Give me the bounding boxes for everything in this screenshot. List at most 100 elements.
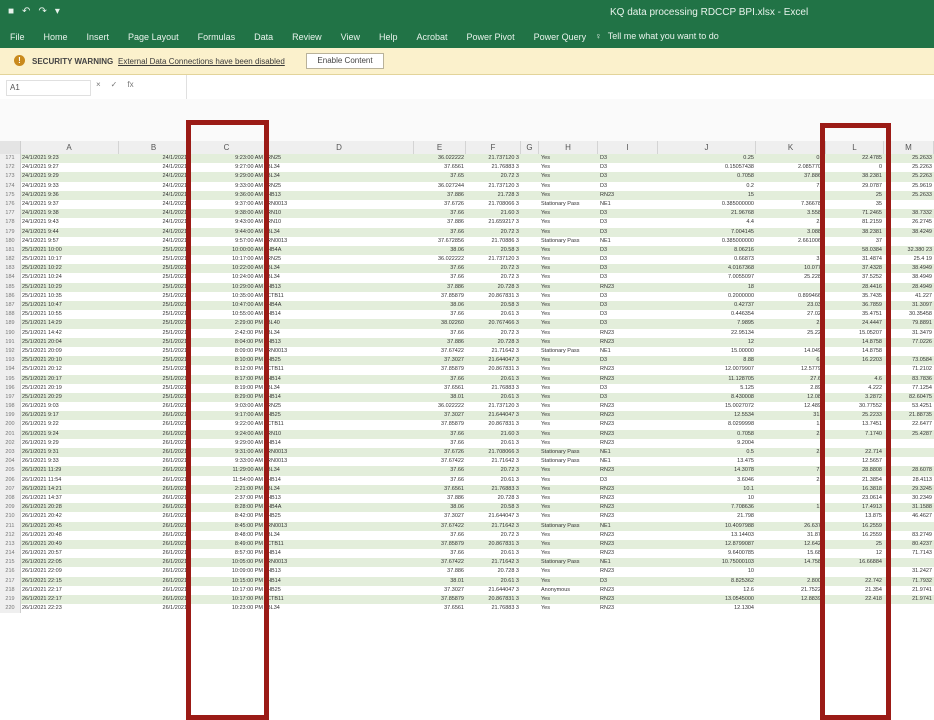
cell-j[interactable]: 12: [658, 338, 756, 347]
cell-b[interactable]: 26/1/2021: [119, 577, 189, 586]
cell-d[interactable]: HB14: [265, 577, 414, 586]
row-header[interactable]: 215: [0, 558, 21, 568]
row-header[interactable]: 210: [0, 512, 21, 522]
cell-k[interactable]: 23.034: [756, 301, 826, 310]
cell-k[interactable]: 14.0494: [756, 347, 826, 356]
cell-i[interactable]: RN23: [598, 420, 658, 429]
cell-f[interactable]: 20.867831 3: [466, 595, 521, 604]
cell-l[interactable]: 16.2559: [826, 531, 884, 540]
cell-l[interactable]: 14.8758: [826, 338, 884, 347]
cell-f[interactable]: 20.72 3: [466, 264, 521, 273]
cell-i[interactable]: D3: [598, 255, 658, 264]
cell-c[interactable]: 9:44:00 AM: [189, 228, 265, 237]
row-header[interactable]: 201: [0, 429, 21, 439]
row-header[interactable]: 197: [0, 392, 21, 403]
cell-m[interactable]: 31.2427: [884, 567, 934, 576]
cell-h[interactable]: Yes: [539, 466, 598, 475]
cell-m[interactable]: 28.4113: [884, 476, 934, 485]
cell-h[interactable]: Anonymous: [539, 586, 598, 595]
cell-g[interactable]: [521, 237, 539, 246]
cell-j[interactable]: 8.88: [658, 356, 756, 365]
cell-c[interactable]: 10:17:00 PM: [189, 586, 265, 595]
cell-b[interactable]: 26/1/2021: [119, 448, 189, 457]
cell-k[interactable]: 3.5588: [756, 209, 826, 218]
cell-k[interactable]: [756, 457, 826, 466]
cell-d[interactable]: CTB11: [265, 595, 414, 604]
tell-me-box[interactable]: ♀ Tell me what you want to do: [595, 31, 719, 41]
cell-j[interactable]: 12.6: [658, 586, 756, 595]
cell-c[interactable]: 9:22:00 AM: [189, 420, 265, 429]
row-header[interactable]: 202: [0, 438, 21, 448]
cell-k[interactable]: 1.3: [756, 420, 826, 429]
cell-k[interactable]: 26.6379: [756, 522, 826, 531]
cell-h[interactable]: Yes: [539, 402, 598, 411]
cell-h[interactable]: Yes: [539, 375, 598, 384]
cell-d[interactable]: RN25: [265, 154, 414, 163]
cell-d[interactable]: BL34: [265, 531, 414, 540]
cell-a[interactable]: 25/1/2021 10:00: [20, 246, 119, 255]
cell-c[interactable]: 9:36:00 AM: [189, 191, 265, 200]
cell-c[interactable]: 9:31:00 AM: [189, 448, 265, 457]
cell-a[interactable]: 25/1/2021 10:55: [20, 310, 119, 319]
cell-d[interactable]: RN10: [265, 209, 414, 218]
cell-b[interactable]: 25/1/2021: [119, 246, 189, 255]
cell-g[interactable]: [521, 439, 539, 448]
cell-d[interactable]: RN0013: [265, 237, 414, 246]
cell-k[interactable]: 27.024: [756, 310, 826, 319]
cell-l[interactable]: 30.77552: [826, 402, 884, 411]
cell-d[interactable]: RN25: [265, 182, 414, 191]
cell-g[interactable]: [521, 264, 539, 273]
cell-c[interactable]: 9:03:00 AM: [189, 402, 265, 411]
column-header-g[interactable]: G: [521, 141, 539, 154]
cell-k[interactable]: 14.7584: [756, 558, 826, 567]
cell-c[interactable]: 10:15:00 PM: [189, 577, 265, 586]
cell-c[interactable]: 10:35:00 AM: [189, 292, 265, 301]
cell-m[interactable]: 22.6477: [884, 420, 934, 429]
cell-g[interactable]: [521, 218, 539, 227]
cell-c[interactable]: 9:29:00 AM: [189, 439, 265, 448]
cell-c[interactable]: 9:17:00 AM: [189, 411, 265, 420]
tab-home[interactable]: Home: [44, 32, 68, 42]
cell-e[interactable]: 37.3027: [414, 356, 466, 365]
cell-k[interactable]: 2.0857708: [756, 163, 826, 172]
cell-d[interactable]: HB25: [265, 411, 414, 420]
cell-h[interactable]: Stationary Pass: [539, 200, 598, 209]
cell-g[interactable]: [521, 273, 539, 282]
cell-d[interactable]: HB25: [265, 356, 414, 365]
cell-e[interactable]: 37.66: [414, 209, 466, 218]
column-header-a[interactable]: A: [20, 141, 119, 154]
tab-file[interactable]: File: [10, 32, 25, 42]
cell-i[interactable]: D3: [598, 356, 658, 365]
cell-f[interactable]: 20.728 3: [466, 567, 521, 576]
cell-f[interactable]: 21.76883 3: [466, 163, 521, 172]
cell-d[interactable]: BL34: [265, 264, 414, 273]
column-header-f[interactable]: F: [466, 141, 521, 154]
cell-k[interactable]: 2.6610068: [756, 237, 826, 246]
cell-k[interactable]: 1.4: [756, 503, 826, 512]
cell-d[interactable]: BL34: [265, 172, 414, 181]
cell-l[interactable]: 58.0384: [826, 246, 884, 255]
cell-l[interactable]: 25: [826, 540, 884, 549]
cell-k[interactable]: [756, 283, 826, 292]
cell-c[interactable]: 10:23:00 PM: [189, 604, 265, 613]
cell-j[interactable]: 0.2: [658, 182, 756, 191]
cell-d[interactable]: CTB11: [265, 540, 414, 549]
cell-g[interactable]: [521, 604, 539, 613]
cell-c[interactable]: 8:12:00 PM: [189, 365, 265, 374]
row-header[interactable]: 182: [0, 255, 21, 265]
cell-e[interactable]: 37.85879: [414, 595, 466, 604]
cell-i[interactable]: D3: [598, 319, 658, 328]
name-box[interactable]: A1: [6, 80, 91, 96]
cell-e[interactable]: 37.886: [414, 567, 466, 576]
cell-f[interactable]: 21.70886 3: [466, 237, 521, 246]
cell-d[interactable]: HB14: [265, 310, 414, 319]
cell-l[interactable]: 25.2233: [826, 411, 884, 420]
row-header[interactable]: 194: [0, 365, 21, 375]
column-header-l[interactable]: L: [826, 141, 884, 154]
cell-e[interactable]: 37.886: [414, 283, 466, 292]
cell-h[interactable]: Yes: [539, 494, 598, 503]
cell-e[interactable]: 36.022222: [414, 255, 466, 264]
cell-i[interactable]: D3: [598, 476, 658, 485]
cell-g[interactable]: [521, 347, 539, 356]
cell-m[interactable]: [884, 200, 934, 209]
